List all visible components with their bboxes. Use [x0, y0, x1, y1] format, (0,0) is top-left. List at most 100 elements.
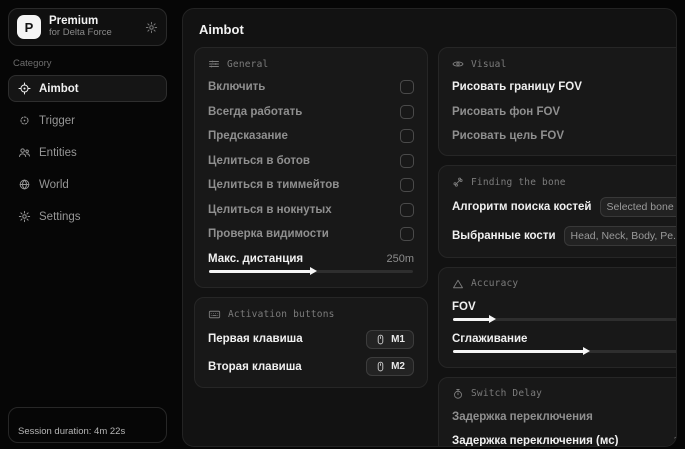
- setting-row: Целиться в тиммейтов: [208, 177, 414, 193]
- session-duration-text: Session duration: 4m 22s: [18, 426, 125, 437]
- settings-gear-icon[interactable]: [145, 21, 158, 34]
- selected-bones-dropdown[interactable]: Head, Neck, Body, Pe..: [564, 226, 677, 246]
- dropdown-value: Selected bone: [607, 201, 674, 213]
- key-label: M1: [391, 334, 405, 345]
- bone-algorithm-dropdown[interactable]: Selected bone: [600, 197, 677, 217]
- setting-label: Макс. дистанция: [208, 253, 378, 265]
- setting-label: Задержка переключения: [452, 411, 677, 423]
- setting-row: Рисовать цель FOV: [452, 128, 677, 144]
- sidebar: P Premium for Delta Force Category: [0, 0, 175, 449]
- setting-row: Всегда работать: [208, 104, 414, 120]
- setting-row: Целиться в ботов: [208, 153, 414, 169]
- brand-subtitle: for Delta Force: [49, 28, 137, 39]
- visibility-check-checkbox[interactable]: [400, 227, 414, 241]
- setting-label: Сглаживание: [452, 333, 677, 345]
- enable-checkbox[interactable]: [400, 80, 414, 94]
- first-key-binding[interactable]: M1: [366, 330, 414, 349]
- switch-delay-value: 1000 ms: [673, 435, 677, 447]
- setting-label: Рисовать границу FOV: [452, 81, 673, 93]
- mouse-icon: [375, 334, 386, 345]
- always-work-checkbox[interactable]: [400, 105, 414, 119]
- gear-icon: [18, 210, 31, 223]
- page-title: Aimbot: [199, 22, 665, 37]
- aim-bots-checkbox[interactable]: [400, 154, 414, 168]
- sidebar-nav: Aimbot Trigger Entities: [8, 75, 167, 230]
- category-label: Category: [13, 58, 167, 69]
- activation-buttons-card: Activation buttons Первая клавиша M1: [194, 297, 428, 389]
- setting-label: Целиться в тиммейтов: [208, 179, 392, 191]
- card-title: Switch Delay: [471, 388, 542, 399]
- sidebar-item-label: World: [39, 179, 69, 191]
- globe-icon: [18, 178, 31, 191]
- setting-row: Включить: [208, 79, 414, 95]
- max-distance-value: 250m: [386, 253, 414, 265]
- card-title: Activation buttons: [228, 309, 335, 320]
- sidebar-item-world[interactable]: World: [8, 171, 167, 198]
- smoothing-slider[interactable]: [453, 350, 677, 353]
- slider-fill: [453, 350, 584, 353]
- second-key-binding[interactable]: M2: [366, 357, 414, 376]
- prediction-checkbox[interactable]: [400, 129, 414, 143]
- keyboard-icon: [208, 308, 221, 321]
- card-title: Accuracy: [471, 278, 518, 289]
- mouse-icon: [375, 361, 386, 372]
- setting-label: Выбранные кости: [452, 230, 556, 242]
- setting-row: Задержка переключения (мс) 1000 ms: [452, 433, 677, 447]
- setting-row: Рисовать фон FOV: [452, 104, 677, 120]
- setting-row: Целиться в нокнутых: [208, 202, 414, 218]
- setting-row: Выбранные кости Head, Neck, Body, Pe..: [452, 226, 677, 246]
- setting-label: Предсказание: [208, 130, 392, 142]
- setting-label: Рисовать фон FOV: [452, 106, 677, 118]
- visual-card: Visual Рисовать границу FOV Рисовать фон…: [438, 47, 677, 156]
- key-label: M2: [391, 361, 405, 372]
- setting-label: Алгоритм поиска костей: [452, 201, 592, 213]
- dropdown-value: Head, Neck, Body, Pe..: [571, 230, 677, 242]
- users-icon: [18, 146, 31, 159]
- aim-teammates-checkbox[interactable]: [400, 178, 414, 192]
- triangle-icon: [452, 278, 464, 290]
- sidebar-item-trigger[interactable]: Trigger: [8, 107, 167, 134]
- setting-label: Целиться в ботов: [208, 155, 392, 167]
- sidebar-item-label: Settings: [39, 211, 81, 223]
- main-panel: Aimbot General: [182, 8, 677, 447]
- setting-label: Включить: [208, 81, 392, 93]
- session-duration-box: Session duration: 4m 22s: [8, 407, 167, 443]
- accuracy-card: Accuracy FOV 60° Сглаживание 50%: [438, 267, 677, 368]
- aim-knocked-checkbox[interactable]: [400, 203, 414, 217]
- left-column: General Включить Всегда работать Предска…: [194, 47, 428, 388]
- app-window: P Premium for Delta Force Category: [0, 0, 685, 449]
- setting-row: Задержка переключения: [452, 409, 677, 425]
- slider-fill: [453, 318, 490, 321]
- setting-label: Первая клавиша: [208, 333, 358, 345]
- setting-row: Сглаживание 50%: [452, 331, 677, 347]
- sliders-icon: [208, 58, 220, 70]
- setting-label: Целиться в нокнутых: [208, 204, 392, 216]
- setting-row: Вторая клавиша M2: [208, 357, 414, 376]
- card-title: General: [227, 59, 268, 70]
- stopwatch-icon: [452, 388, 464, 400]
- switch-delay-card: Switch Delay Задержка переключения Задер…: [438, 377, 677, 448]
- right-column: Visual Рисовать границу FOV Рисовать фон…: [438, 47, 677, 447]
- setting-row: Макс. дистанция 250m: [208, 251, 414, 267]
- card-title: Visual: [471, 59, 507, 70]
- setting-row: Предсказание: [208, 128, 414, 144]
- finding-bone-card: Finding the bone Алгоритм поиска костей …: [438, 165, 677, 258]
- sidebar-item-settings[interactable]: Settings: [8, 203, 167, 230]
- setting-row: Проверка видимости: [208, 226, 414, 242]
- fov-slider[interactable]: [453, 318, 677, 321]
- sidebar-item-entities[interactable]: Entities: [8, 139, 167, 166]
- sidebar-item-aimbot[interactable]: Aimbot: [8, 75, 167, 102]
- setting-label: Всегда работать: [208, 106, 392, 118]
- setting-row: Алгоритм поиска костей Selected bone: [452, 197, 677, 217]
- bone-icon: [452, 176, 464, 188]
- general-card: General Включить Всегда работать Предска…: [194, 47, 428, 288]
- setting-label: Проверка видимости: [208, 228, 392, 240]
- slider-fill: [209, 270, 311, 273]
- eye-icon: [452, 58, 464, 70]
- setting-row: FOV 60°: [452, 299, 677, 315]
- setting-row: Первая клавиша M1: [208, 330, 414, 349]
- card-title: Finding the bone: [471, 177, 566, 188]
- sidebar-item-label: Aimbot: [39, 83, 79, 95]
- max-distance-slider[interactable]: [209, 270, 413, 273]
- sidebar-item-label: Entities: [39, 147, 77, 159]
